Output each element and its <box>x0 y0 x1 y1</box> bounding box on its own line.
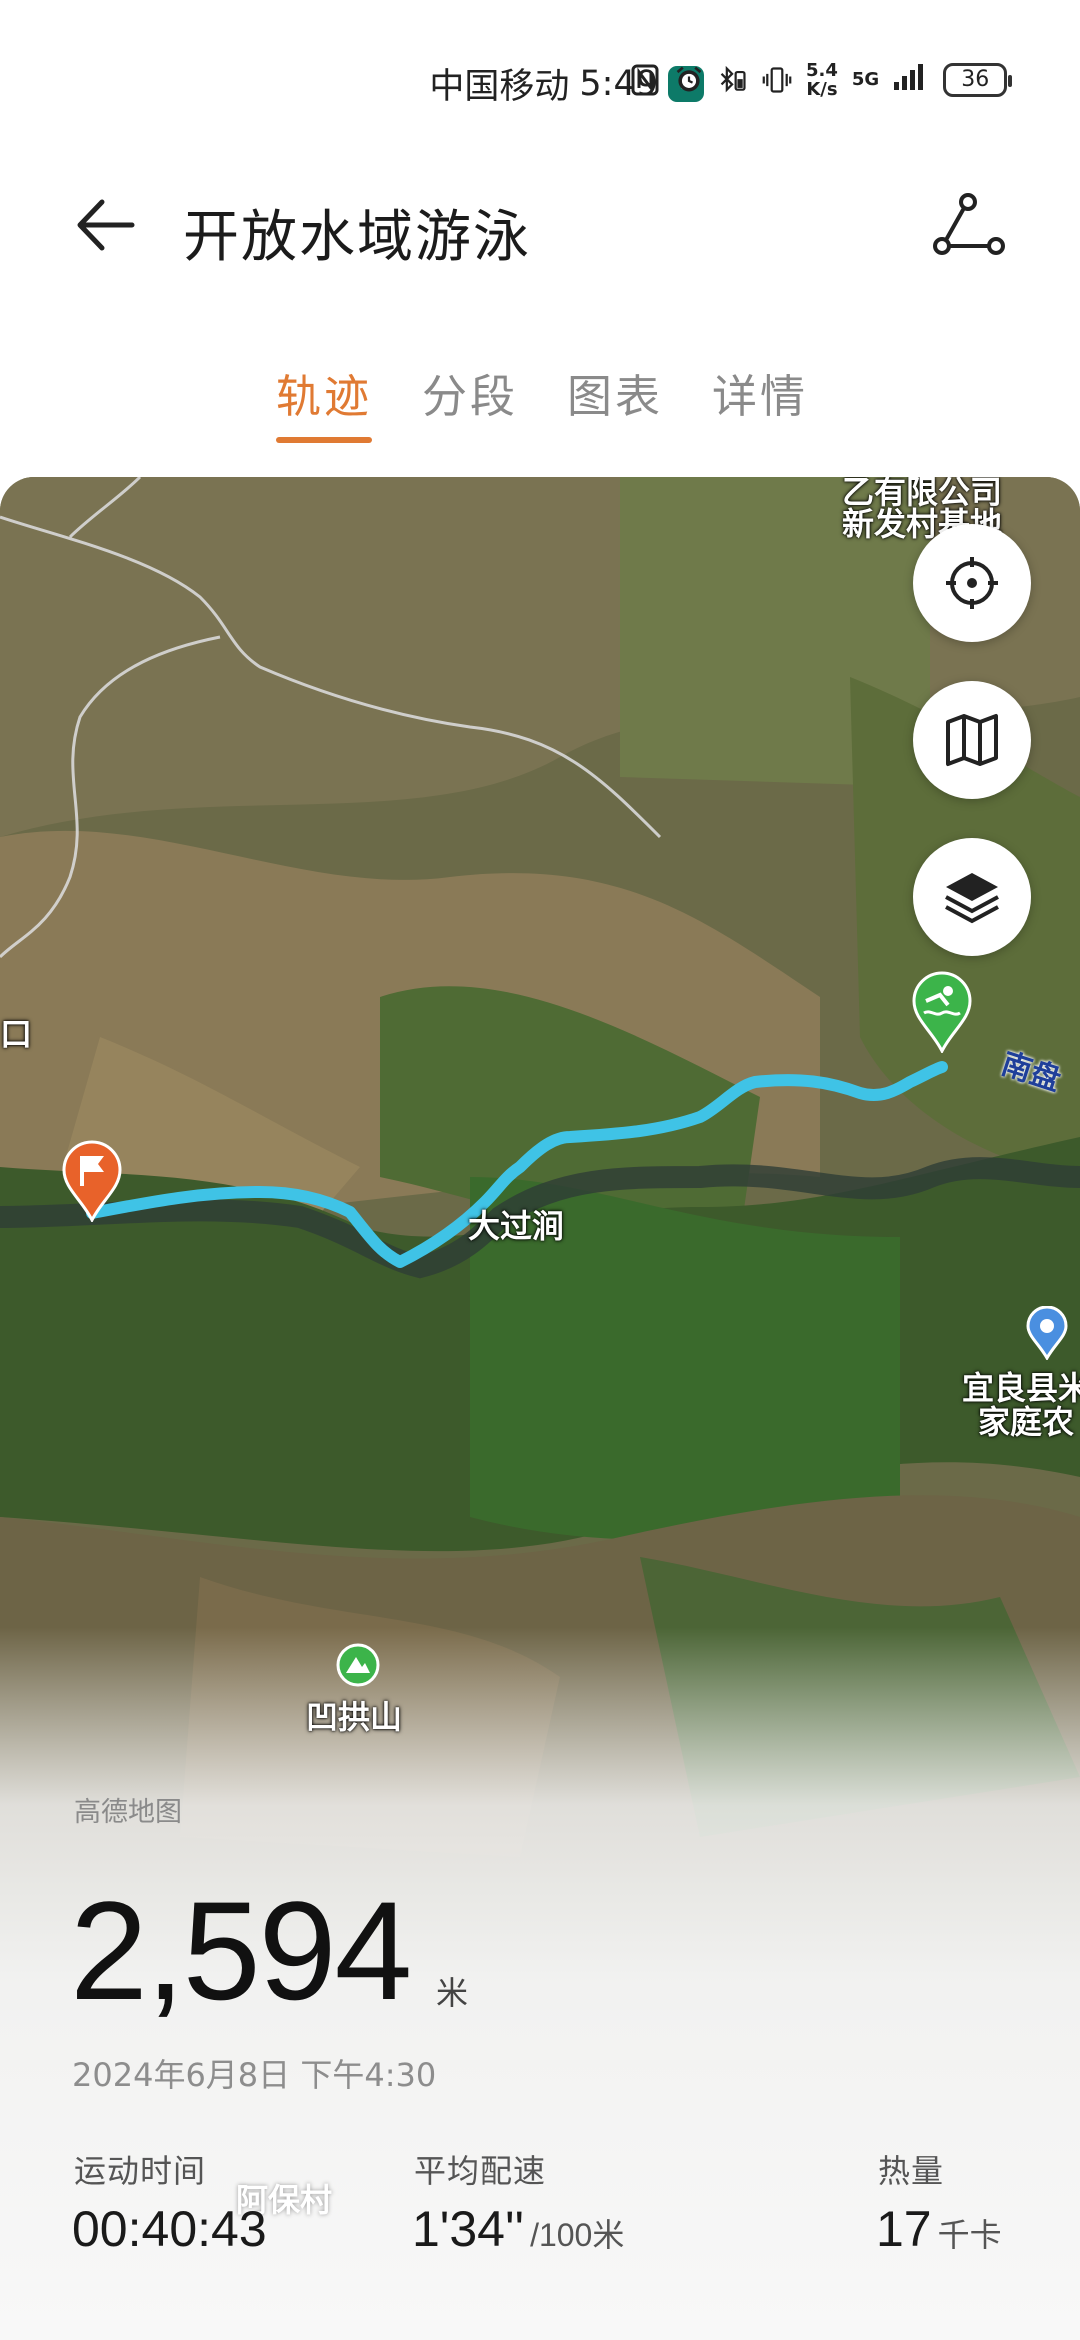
carrier-name: 中国移动 <box>429 67 570 107</box>
layers-icon <box>945 873 999 924</box>
map-label-mountain: 凹拱山 <box>306 1698 403 1736</box>
tab-details[interactable]: 详情 <box>712 360 808 425</box>
app-header: 开放水域游泳 <box>0 170 1080 280</box>
arrow-left-icon <box>77 199 135 251</box>
share-route-icon <box>933 193 1005 255</box>
back-button[interactable] <box>70 190 140 260</box>
calories-value: 17 千卡 <box>876 2200 1002 2258</box>
route-share-button[interactable] <box>930 190 1010 260</box>
pace-value-text: 1'34'' <box>412 2201 525 2257</box>
tab-bar: 轨迹 分段 图表 详情 <box>0 360 1080 450</box>
map-type-icon <box>946 714 998 766</box>
tab-segments[interactable]: 分段 <box>422 360 518 425</box>
status-bar: 中国移动 5:49 ✓ 5.4 K/s 5G 36 <box>0 0 1080 150</box>
network-type-label: 5G <box>851 68 880 90</box>
calories-unit: 千卡 <box>937 2217 1002 2253</box>
start-marker[interactable] <box>60 1140 124 1224</box>
distance-unit: 米 <box>436 1974 469 2012</box>
map-label-poi-2: 家庭农 <box>978 1403 1075 1441</box>
pace-value: 1'34''/100米 <box>412 2200 624 2258</box>
pace-label: 平均配速 <box>414 2152 547 2190</box>
alarm-icon <box>674 63 704 97</box>
calories-label: 热量 <box>878 2152 945 2190</box>
tab-charts[interactable]: 图表 <box>567 360 663 425</box>
pace-unit: /100米 <box>530 2217 625 2253</box>
bluetooth-battery-icon <box>718 63 748 97</box>
finish-marker[interactable] <box>910 971 974 1055</box>
map-label-daguojian: 大过涧 <box>468 1207 565 1245</box>
network-speed-value: 5.4 <box>806 59 838 81</box>
signal-icon <box>893 60 929 99</box>
network-speed: 5.4 K/s <box>806 61 838 99</box>
locate-button[interactable] <box>913 524 1031 642</box>
distance-value: 2,594 <box>70 1872 412 2029</box>
map-type-button[interactable] <box>913 681 1031 799</box>
flag-pin-icon <box>62 1140 122 1224</box>
vibrate-icon <box>762 63 792 97</box>
status-right: 5.4 K/s 5G 36 <box>630 60 1013 99</box>
layers-button[interactable] <box>913 838 1031 956</box>
network-speed-unit: K/s <box>806 78 838 100</box>
locate-icon <box>946 557 998 609</box>
battery-indicator: 36 <box>943 62 1013 97</box>
battery-level: 36 <box>961 67 990 92</box>
map-provider-label: 高德地图 <box>74 1797 182 1828</box>
network-type: 5G <box>851 68 880 90</box>
duration-value-text: 00:40:43 <box>72 2201 267 2257</box>
duration-label: 运动时间 <box>74 2152 207 2190</box>
active-tab-indicator <box>276 437 372 443</box>
calories-value-text: 17 <box>876 2201 932 2257</box>
page-title: 开放水域游泳 <box>183 205 531 270</box>
duration-value: 00:40:43 <box>72 2200 267 2258</box>
swim-pin-icon <box>912 971 972 1055</box>
workout-datetime: 2024年6月8日 下午4:30 <box>72 2056 437 2094</box>
poi-marker[interactable] <box>1025 1305 1069 1362</box>
mountain-icon <box>336 1643 380 1687</box>
location-pin-icon <box>1026 1305 1068 1362</box>
map-label-village-edge: 口 <box>0 1015 33 1053</box>
mountain-marker[interactable] <box>336 1643 380 1687</box>
tab-track[interactable]: 轨迹 <box>276 360 372 425</box>
nfc-icon <box>630 63 660 97</box>
